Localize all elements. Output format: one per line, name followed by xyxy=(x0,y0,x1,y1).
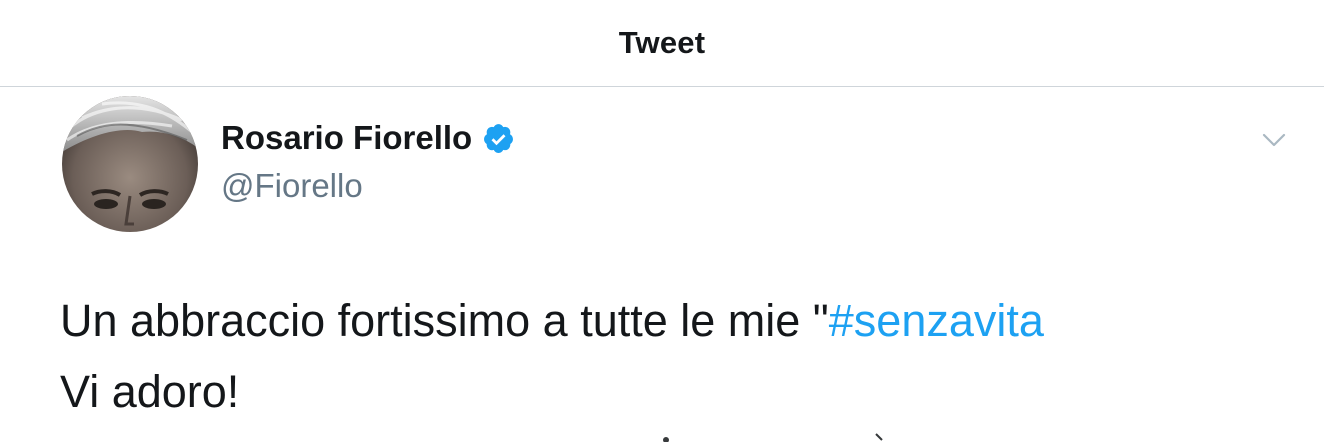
author-name[interactable]: Rosario Fiorello xyxy=(221,119,472,157)
avatar[interactable] xyxy=(62,96,198,232)
avatar-image xyxy=(62,96,198,232)
tweet-line-2: Vi adoro! xyxy=(60,366,240,417)
verified-badge-icon xyxy=(484,123,514,153)
tweet-text-segment: Un abbraccio fortissimo a tutte le mie " xyxy=(60,295,829,346)
page-title: Tweet xyxy=(618,25,706,60)
author-handle[interactable]: @Fiorello xyxy=(221,167,363,205)
author-row[interactable]: Rosario Fiorello xyxy=(221,118,515,158)
top-bar: Tweet xyxy=(0,0,1324,87)
tweet-line-1: Un abbraccio fortissimo a tutte le mie "… xyxy=(60,285,1300,356)
hashtag-link[interactable]: #senzavita xyxy=(829,295,1044,346)
chevron-down-icon[interactable] xyxy=(1262,131,1286,149)
tweet-text: Un abbraccio fortissimo a tutte le mie "… xyxy=(60,285,1300,427)
